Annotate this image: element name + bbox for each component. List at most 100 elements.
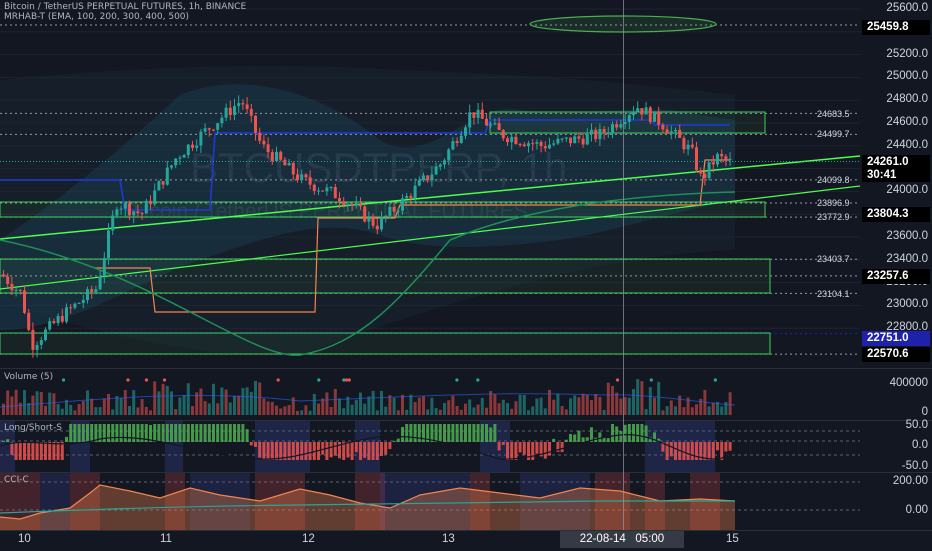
candle-body [711, 162, 715, 165]
ls-bar [111, 424, 115, 442]
candle-body [480, 109, 484, 119]
ls-bar [333, 442, 337, 456]
volume-bar [438, 409, 442, 415]
candle-body [619, 124, 623, 128]
volume-bar [207, 403, 211, 415]
volume-bar [493, 394, 497, 415]
candle-body [644, 107, 648, 115]
longshort-pane[interactable]: Long/Short-S [0, 421, 860, 472]
candle-body [510, 136, 514, 143]
volume-bar [317, 403, 320, 415]
ls-bar [203, 424, 207, 442]
ls-bar [476, 424, 480, 442]
candle-body [707, 162, 711, 179]
time-axis[interactable] [0, 530, 932, 551]
volume-bar [136, 407, 140, 415]
volume-bar [531, 406, 535, 415]
candle-body [451, 141, 455, 150]
ls-bar [249, 442, 253, 446]
candle-body [14, 289, 18, 291]
volume-bar [476, 404, 480, 415]
ls-bar [640, 424, 644, 442]
candle-body [514, 136, 518, 145]
volume-bar [409, 394, 413, 415]
volume-bar [44, 405, 47, 415]
candle-body [720, 153, 724, 157]
candle-body [640, 108, 644, 115]
volume-bar [23, 390, 26, 415]
ls-bar [560, 442, 564, 452]
crosshair-vertical [623, 0, 624, 530]
candle-body [39, 340, 43, 345]
volume-bar [375, 410, 379, 415]
ls-bar [136, 424, 140, 442]
volume-pane[interactable]: Volume (5) [0, 369, 860, 420]
candle-body [434, 166, 438, 175]
bar-countdown: 30:41 [867, 169, 897, 181]
price-tick: 25600.0 [886, 2, 928, 14]
candle-body [501, 130, 505, 139]
candle-body [346, 204, 350, 206]
candle-body [535, 142, 539, 144]
volume-bar [287, 404, 291, 415]
ls-bar [325, 442, 329, 460]
volume-bar [52, 393, 56, 415]
volume-signal-dot [649, 378, 653, 382]
candle-body [371, 216, 375, 226]
candle-body [199, 131, 203, 146]
volume-bar [144, 406, 148, 415]
volume-axis[interactable]: 400000 0 [860, 369, 932, 420]
candle-body [325, 187, 329, 192]
ls-bar [497, 442, 501, 451]
candle-body [18, 289, 22, 291]
volume-bar [237, 395, 241, 415]
candle-body [73, 303, 77, 308]
candle-body [107, 230, 110, 258]
volume-bar [275, 405, 278, 415]
price-chart-pane[interactable]: BTCUSDTPERP, 1h Bitcoin / TetherUS PERPE… [0, 0, 860, 368]
ls-bar [464, 424, 467, 442]
time-label-10: 10 [18, 533, 31, 545]
ls-bar [2, 440, 5, 442]
candle-body [497, 123, 501, 131]
candle-body [35, 344, 39, 350]
ls-bar [107, 424, 110, 442]
ls-bar [119, 424, 123, 442]
price-tick: 23400.0 [886, 252, 928, 265]
cci-title: CCI-C [4, 475, 29, 485]
volume-bar [31, 395, 35, 415]
volume-bar [417, 397, 421, 415]
volume-bar [6, 390, 10, 415]
price-tick: 23600.0 [886, 230, 928, 242]
ls-bar [39, 442, 43, 460]
volume-bar [392, 397, 396, 415]
price-axis[interactable]: 25600.025400.025200.025000.024800.024600… [860, 0, 932, 368]
time-label-12: 12 [302, 533, 315, 545]
longshort-axis[interactable]: 50.0 0.0 -50.0 [860, 419, 932, 472]
candle-body [60, 316, 64, 322]
ls-bar [375, 442, 379, 460]
volume-bar [443, 403, 446, 415]
candle-body [518, 144, 522, 146]
ls-bar [199, 424, 203, 442]
ls-bar [413, 424, 417, 442]
volume-bar [224, 389, 228, 415]
ls-bar [81, 424, 85, 442]
candle-body [392, 206, 396, 212]
candle-body [417, 179, 421, 186]
candle-body [447, 149, 451, 161]
candle-body [304, 174, 308, 178]
volume-bar [619, 398, 623, 415]
cci-pane[interactable]: CCI-C [0, 473, 860, 530]
ls-bar [384, 442, 388, 455]
candle-body [123, 203, 127, 209]
cci-axis[interactable]: 200.00 0.00 [860, 473, 932, 530]
ls-bar [388, 442, 392, 449]
volume-bar [447, 400, 451, 415]
candle-body [136, 211, 140, 214]
ls-bar [300, 442, 304, 460]
volume-bar [170, 391, 173, 415]
ls-bar [472, 424, 476, 442]
cci-tick-0: 0.00 [905, 504, 928, 516]
candle-body [86, 289, 89, 301]
